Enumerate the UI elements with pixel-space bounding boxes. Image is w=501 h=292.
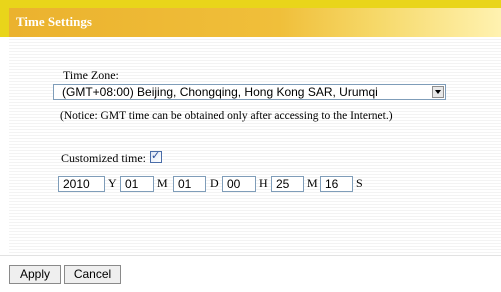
month-unit-label: M bbox=[157, 176, 168, 190]
day-input[interactable]: 01 bbox=[173, 176, 206, 192]
cancel-button[interactable]: Cancel bbox=[64, 265, 121, 284]
second-unit-label: S bbox=[356, 176, 363, 190]
gmt-notice: (Notice: GMT time can be obtained only a… bbox=[60, 110, 393, 122]
hour-unit-label: H bbox=[259, 176, 268, 190]
hour-input[interactable]: 00 bbox=[222, 176, 256, 192]
checkmark-icon: ✓ bbox=[151, 149, 161, 162]
time-zone-selected-value: (GMT+08:00) Beijing, Chongqing, Hong Kon… bbox=[62, 85, 378, 99]
day-unit-label: D bbox=[210, 176, 219, 190]
time-zone-label: Time Zone: bbox=[63, 68, 119, 82]
apply-button[interactable]: Apply bbox=[9, 265, 61, 284]
customized-time-label: Customized time: bbox=[61, 151, 146, 165]
month-input[interactable]: 01 bbox=[120, 176, 154, 192]
time-zone-select[interactable]: (GMT+08:00) Beijing, Chongqing, Hong Kon… bbox=[53, 84, 446, 100]
year-unit-label: Y bbox=[108, 176, 117, 190]
minute-input[interactable]: 25 bbox=[271, 176, 304, 192]
second-input[interactable]: 16 bbox=[320, 176, 353, 192]
dropdown-arrow-icon[interactable] bbox=[432, 86, 444, 98]
minute-unit-label: M bbox=[307, 176, 318, 190]
title-bar: Time Settings bbox=[9, 8, 501, 37]
year-input[interactable]: 2010 bbox=[58, 176, 105, 192]
customized-time-checkbox[interactable]: ✓ bbox=[150, 149, 162, 163]
page-title: Time Settings bbox=[16, 14, 92, 29]
